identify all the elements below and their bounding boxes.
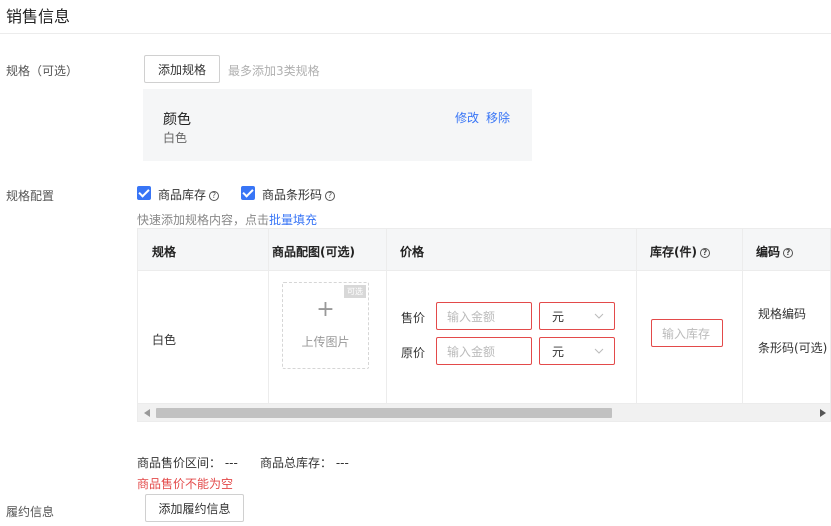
add-fulfil-button[interactable]: 添加履约信息	[145, 494, 244, 522]
inventory-check-label: 商品库存?	[158, 186, 220, 203]
help-icon[interactable]: ?	[325, 190, 336, 201]
spec-table: 规格 商品配图(可选) 价格 库存(件)? 编码? 白色 可选 + 上传图片 售…	[137, 228, 831, 422]
row-spec: 白色	[152, 333, 177, 347]
plus-icon: +	[316, 297, 335, 322]
help-icon[interactable]: ?	[209, 190, 220, 201]
chevron-down-icon	[594, 313, 604, 319]
spec-card-value: 白色	[163, 131, 188, 145]
sale-price-input[interactable]: 输入金额	[436, 302, 532, 330]
barcode-field[interactable]: 条形码(可选)	[758, 339, 827, 356]
error-message: 商品售价不能为空	[137, 477, 234, 491]
scrollbar-thumb[interactable]	[156, 408, 612, 418]
price-range: 商品售价区间： ---	[137, 456, 238, 470]
edit-spec-link[interactable]: 修改	[455, 109, 479, 126]
spec-card-name: 颜色	[163, 112, 191, 128]
stock-input[interactable]: 输入库存	[651, 319, 723, 347]
column-header: 编码?	[756, 243, 794, 260]
column-header: 库存(件)?	[650, 243, 710, 260]
barcode-checkbox[interactable]	[241, 186, 255, 200]
add-spec-button[interactable]: 添加规格	[144, 55, 220, 83]
column-header: 规格	[152, 245, 177, 259]
spec-code-field[interactable]: 规格编码	[758, 305, 806, 322]
help-icon[interactable]: ?	[783, 247, 794, 258]
column-header: 价格	[400, 245, 425, 259]
spec-hint: 最多添加3类规格	[228, 64, 320, 78]
config-label: 规格配置	[6, 189, 55, 203]
horizontal-scrollbar[interactable]	[138, 403, 830, 421]
sale-price-label: 售价	[401, 311, 426, 325]
batch-hint: 快速添加规格内容，点击批量填充	[137, 213, 318, 227]
spec-card: 颜色 白色 修改 移除	[143, 89, 532, 161]
orig-unit-select[interactable]: 元	[539, 337, 615, 365]
orig-price-input[interactable]: 输入金额	[436, 337, 532, 365]
section-title: 销售信息	[6, 7, 71, 26]
divider	[0, 33, 831, 34]
column-header: 商品配图(可选)	[272, 245, 355, 259]
chevron-down-icon	[594, 348, 604, 354]
table-header: 规格 商品配图(可选) 价格 库存(件)? 编码?	[138, 229, 830, 271]
upload-label: 上传图片	[301, 335, 350, 349]
spec-label: 规格（可选）	[6, 64, 79, 78]
barcode-check-label: 商品条形码?	[262, 186, 336, 203]
upload-image[interactable]: 可选 + 上传图片	[282, 282, 369, 369]
orig-price-label: 原价	[401, 346, 426, 360]
total-stock: 商品总库存： ---	[260, 456, 349, 470]
scroll-right-icon[interactable]	[820, 409, 826, 417]
fulfil-label: 履约信息	[6, 505, 55, 519]
scroll-left-icon[interactable]	[144, 409, 150, 417]
help-icon[interactable]: ?	[699, 247, 710, 258]
batch-fill-link[interactable]: 批量填充	[269, 213, 317, 227]
sale-unit-select[interactable]: 元	[539, 302, 615, 330]
inventory-checkbox[interactable]	[137, 186, 151, 200]
remove-spec-link[interactable]: 移除	[486, 109, 510, 126]
